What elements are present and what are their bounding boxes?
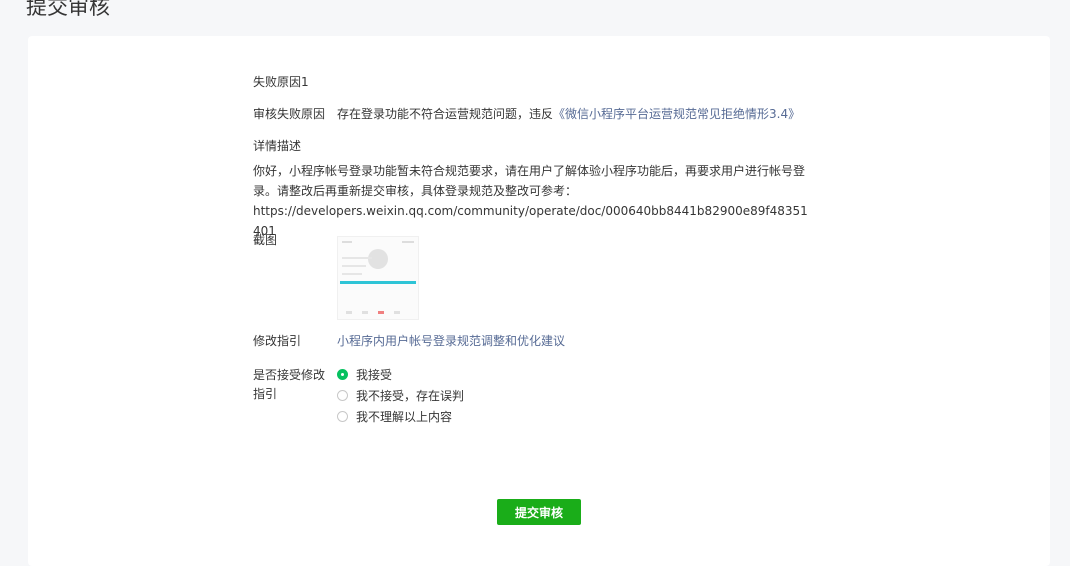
option-reject-misjudge[interactable]: 我不接受，存在误判	[337, 387, 464, 404]
option-label: 我接受	[356, 368, 393, 382]
accept-label: 是否接受修改指引	[253, 368, 326, 401]
guide-link[interactable]: 小程序内用户帐号登录规范调整和优化建议	[337, 332, 565, 351]
page-title: 提交审核	[26, 0, 110, 19]
option-label: 我不理解以上内容	[356, 410, 453, 424]
failure-section-title: 失败原因1	[253, 75, 309, 89]
option-label: 我不接受，存在误判	[356, 389, 465, 403]
desc-label: 详情描述	[253, 139, 302, 153]
reason-rule-link[interactable]: 《微信小程序平台运营规范常见拒绝情形3.4》	[553, 107, 800, 121]
radio-unchecked-icon[interactable]	[337, 390, 348, 401]
submit-review-button[interactable]: 提交审核	[497, 499, 581, 525]
avatar-placeholder-icon	[368, 249, 388, 269]
screenshot-label: 截图	[253, 233, 278, 247]
option-accept[interactable]: 我接受	[337, 366, 392, 383]
desc-body: 你好，小程序帐号登录功能暂未符合规范要求，请在用户了解体验小程序功能后，再要求用…	[253, 164, 806, 198]
desc-text: 你好，小程序帐号登录功能暂未符合规范要求，请在用户了解体验小程序功能后，再要求用…	[253, 161, 813, 241]
screenshot-thumbnail[interactable]	[337, 236, 419, 320]
guide-label: 修改指引	[253, 334, 302, 348]
desc-url: https://developers.weixin.qq.com/communi…	[253, 204, 808, 238]
reason-text: 存在登录功能不符合运营规范问题，违反	[337, 107, 554, 121]
reason-label: 审核失败原因	[253, 107, 326, 121]
reason-value: 存在登录功能不符合运营规范问题，违反《微信小程序平台运营规范常见拒绝情形3.4》	[337, 105, 800, 124]
radio-unchecked-icon[interactable]	[337, 411, 348, 422]
option-not-understand[interactable]: 我不理解以上内容	[337, 408, 452, 425]
radio-checked-icon[interactable]	[337, 369, 348, 380]
